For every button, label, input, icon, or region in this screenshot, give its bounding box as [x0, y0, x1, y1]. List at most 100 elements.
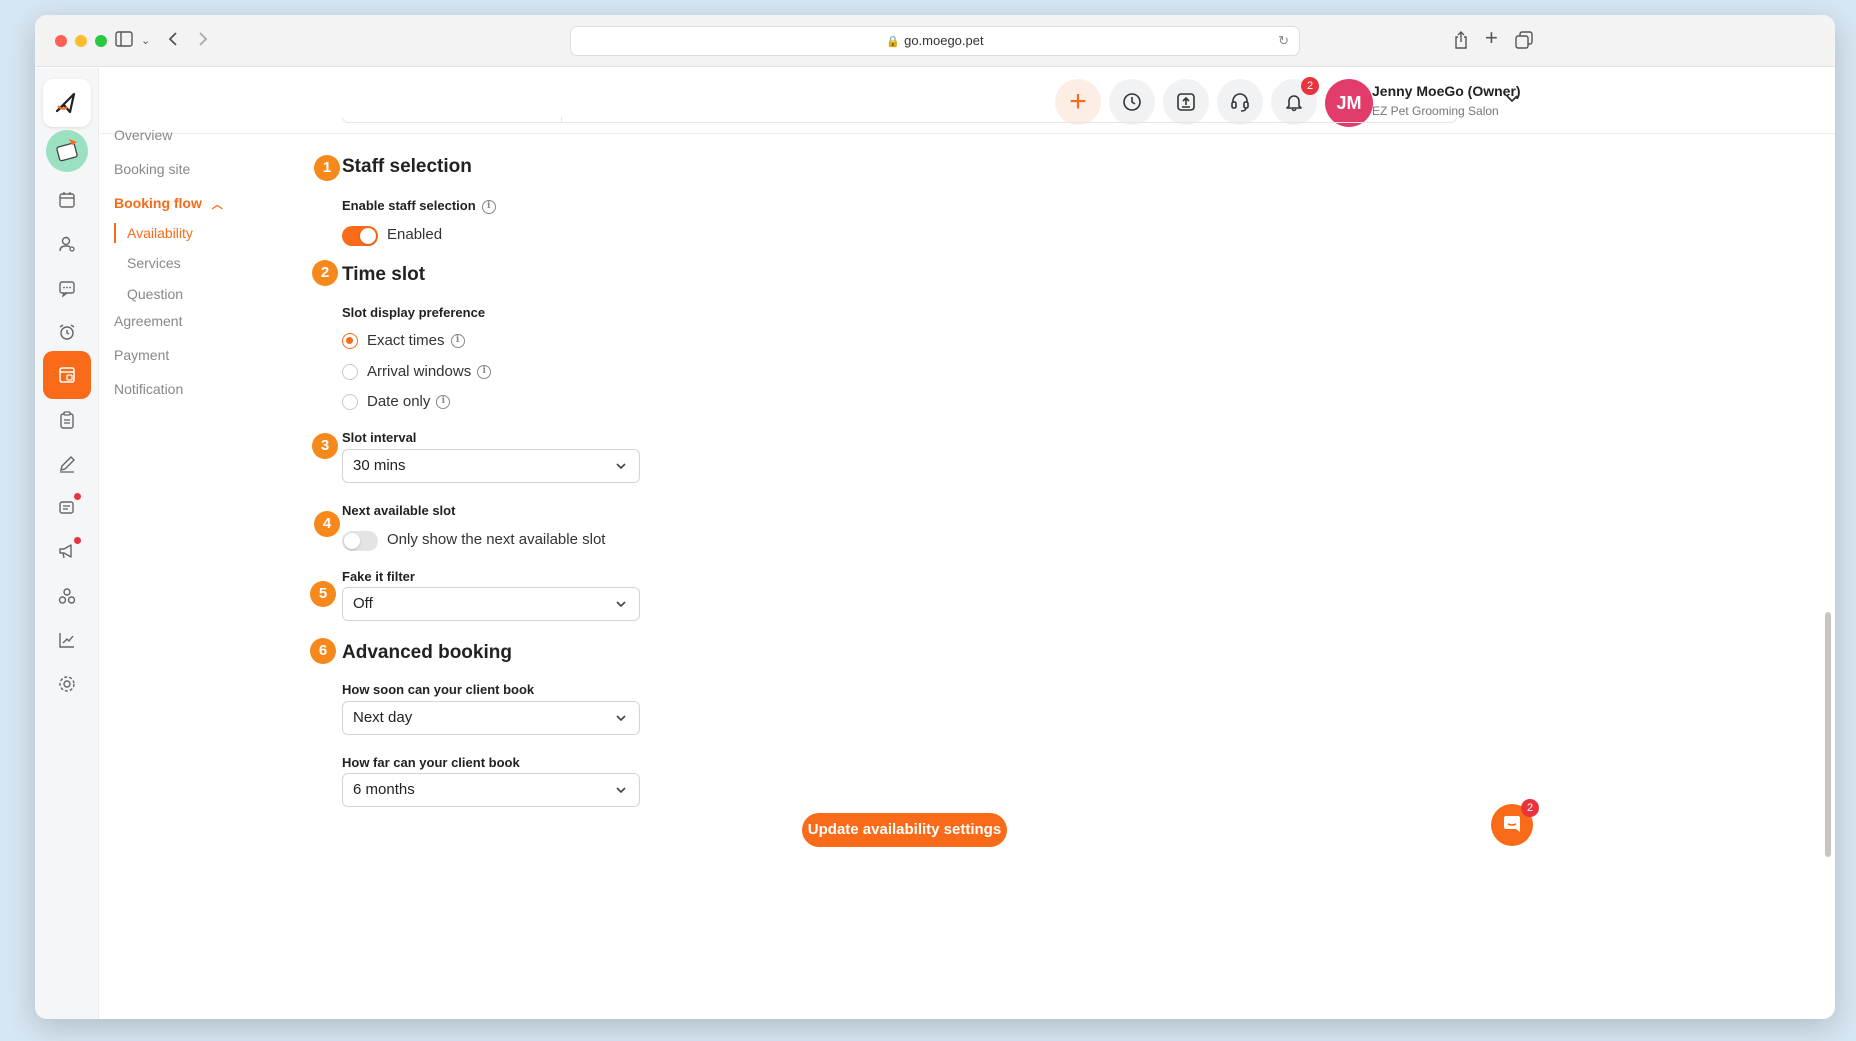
radio-label: Arrival windows	[367, 363, 472, 380]
fake-it-filter-select[interactable]: Off	[342, 587, 640, 621]
radio-button[interactable]	[342, 393, 358, 410]
nav-booking-site[interactable]: Booking site	[114, 161, 190, 177]
active-indicator	[114, 223, 116, 243]
alarm-clock-icon[interactable]	[43, 308, 91, 356]
nav-question[interactable]: Question	[127, 286, 183, 302]
chevron-down-icon[interactable]: ⌄	[141, 31, 150, 51]
radio-button[interactable]	[342, 363, 358, 380]
fake-it-filter-label: Fake it filter	[342, 569, 415, 584]
notification-dot	[74, 493, 81, 500]
slot-interval-select[interactable]: 30 mins	[342, 449, 640, 483]
chat-launcher-button[interactable]: 2	[1491, 799, 1539, 846]
info-icon[interactable]: i	[450, 333, 465, 348]
how-far-label: How far can your client book	[342, 755, 520, 770]
chevron-down-icon	[615, 702, 627, 734]
upload-icon	[1177, 93, 1195, 111]
business-name: EZ Pet Grooming Salon	[1372, 104, 1499, 118]
user-name[interactable]: Jenny MoeGo (Owner)	[1372, 83, 1521, 99]
staff-selection-toggle[interactable]	[342, 226, 378, 246]
info-icon[interactable]: i	[477, 364, 492, 379]
how-far-value: 6 months	[353, 781, 415, 798]
marketing-icon[interactable]	[43, 483, 91, 531]
messages-icon[interactable]	[43, 264, 91, 312]
tabs-overview-icon[interactable]	[1515, 31, 1533, 53]
next-available-slot-label: Next available slot	[342, 503, 456, 518]
forward-icon[interactable]	[197, 31, 209, 51]
window-controls	[55, 35, 107, 47]
chevron-up-icon: ︿	[211, 199, 223, 211]
time-slot-title: Time slot	[342, 264, 426, 285]
new-tab-icon[interactable]: +	[1485, 27, 1498, 49]
staff-selection-toggle-label: Enabled	[387, 226, 443, 243]
zoom-window-button[interactable]	[95, 35, 107, 47]
update-availability-button[interactable]: Update availability settings	[802, 813, 1007, 847]
radio-arrival-windows[interactable]: Arrival windows i	[342, 363, 492, 380]
url-text: go.moego.pet	[904, 33, 984, 48]
info-icon[interactable]: i	[436, 394, 451, 409]
next-available-toggle[interactable]	[342, 531, 378, 551]
slot-interval-value: 30 mins	[353, 457, 406, 474]
nav-notification[interactable]: Notification	[114, 381, 183, 397]
step-badge: 6	[310, 638, 336, 664]
how-soon-select[interactable]: Next day	[342, 701, 640, 735]
app-sidebar	[35, 68, 99, 1019]
business-avatar[interactable]	[46, 130, 88, 172]
advanced-booking-title: Advanced booking	[342, 642, 512, 663]
radio-date-only[interactable]: Date only i	[342, 393, 451, 410]
online-booking-icon[interactable]	[43, 351, 91, 399]
nav-availability[interactable]: Availability	[127, 225, 193, 241]
info-icon[interactable]: i	[481, 199, 496, 214]
notification-badge: 2	[1301, 77, 1319, 95]
clipboard-icon[interactable]	[43, 396, 91, 444]
previous-section-edge	[342, 117, 1457, 123]
step-badge: 3	[312, 433, 338, 459]
close-window-button[interactable]	[55, 35, 67, 47]
chevron-down-icon[interactable]	[1505, 91, 1519, 109]
availability-settings: 1 Staff selection Enable staff selection…	[265, 117, 1835, 1019]
bell-icon	[1286, 95, 1302, 112]
browser-window: ⌄ 🔒 go.moego.pet ↻ + + 2 JM Jenny MoeGo …	[35, 15, 1835, 1019]
fake-it-filter-value: Off	[353, 595, 373, 612]
enable-staff-selection-label: Enable staff selection i	[342, 198, 496, 214]
step-badge: 5	[310, 581, 336, 607]
slot-interval-label: Slot interval	[342, 430, 417, 445]
nav-agreement[interactable]: Agreement	[114, 313, 182, 329]
sidebar-toggle-icon[interactable]	[115, 31, 133, 51]
how-far-select[interactable]: 6 months	[342, 773, 640, 807]
enable-staff-selection-text: Enable staff selection	[342, 198, 476, 213]
slot-display-preference-label: Slot display preference	[342, 305, 486, 320]
back-icon[interactable]	[167, 31, 179, 51]
how-soon-label: How soon can your client book	[342, 682, 535, 697]
reports-chart-icon[interactable]	[43, 616, 91, 664]
scrollbar[interactable]	[1825, 612, 1831, 857]
moego-logo[interactable]	[43, 79, 91, 127]
step-badge: 4	[314, 511, 340, 537]
nav-booking-flow-label: Booking flow	[114, 195, 202, 211]
radio-exact-times[interactable]: Exact times i	[342, 332, 465, 349]
calendar-icon[interactable]	[43, 176, 91, 224]
browser-toolbar: ⌄ 🔒 go.moego.pet ↻ +	[35, 15, 1835, 67]
radio-button[interactable]	[342, 332, 358, 349]
staff-selection-title: Staff selection	[342, 156, 472, 177]
chat-badge: 2	[1521, 799, 1539, 817]
clients-icon[interactable]	[43, 220, 91, 268]
nav-overview[interactable]: Overview	[114, 127, 172, 143]
megaphone-icon[interactable]	[43, 527, 91, 575]
notification-dot	[74, 537, 81, 544]
pen-icon[interactable]	[43, 440, 91, 488]
step-badge: 1	[314, 155, 340, 181]
nav-booking-flow[interactable]: Booking flow ︿	[114, 195, 223, 212]
nav-services[interactable]: Services	[127, 255, 181, 271]
chat-icon	[1504, 816, 1520, 832]
settings-gear-icon[interactable]	[43, 660, 91, 708]
reload-icon[interactable]: ↻	[1278, 27, 1289, 55]
minimize-window-button[interactable]	[75, 35, 87, 47]
share-icon[interactable]	[1453, 31, 1469, 53]
services-icon[interactable]	[43, 572, 91, 620]
lock-icon: 🔒	[886, 36, 901, 48]
address-bar[interactable]: 🔒 go.moego.pet ↻	[570, 26, 1300, 56]
next-available-toggle-label: Only show the next available slot	[387, 531, 606, 548]
chevron-down-icon	[615, 450, 627, 482]
nav-payment[interactable]: Payment	[114, 347, 169, 363]
chevron-down-icon	[615, 588, 627, 620]
